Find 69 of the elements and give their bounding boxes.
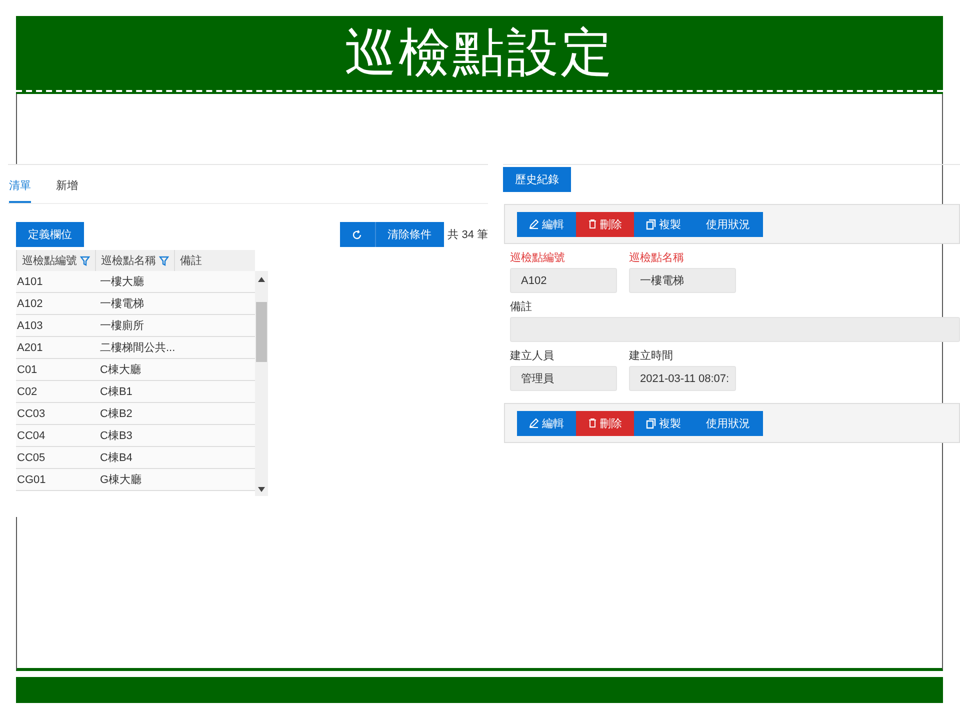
- scroll-up-icon[interactable]: [258, 277, 265, 282]
- field-label: 建立人員: [510, 348, 555, 363]
- tab[interactable]: 清單: [9, 170, 31, 202]
- filter-icon[interactable]: [80, 256, 90, 266]
- table-row[interactable]: CC05 C棟B4: [16, 447, 255, 469]
- table-row[interactable]: A101 一樓大廳: [16, 271, 255, 293]
- table-cell-text: C棟B1: [100, 385, 132, 399]
- table-cell: CC03: [17, 408, 46, 420]
- pencil-icon: [529, 219, 539, 229]
- input-field[interactable]: 2021-03-11 08:07:: [629, 366, 736, 391]
- trash-icon: [588, 418, 597, 428]
- slide-title: 巡檢點設定: [344, 27, 614, 79]
- table-row[interactable]: C01 C棟大廳: [16, 359, 255, 381]
- table-cell: CC04: [17, 430, 46, 442]
- table-row[interactable]: A103 一樓廁所: [16, 315, 255, 337]
- table-cell-text: G棟大廳: [100, 472, 142, 487]
- edit-button[interactable]: 編輯: [517, 212, 576, 236]
- copy-button[interactable]: 複製: [634, 212, 693, 236]
- input-field[interactable]: A102: [510, 268, 617, 293]
- table-row[interactable]: CC03 C棟B2: [16, 403, 255, 425]
- scroll-thumb[interactable]: [256, 302, 267, 362]
- table-cell: A101: [17, 276, 43, 288]
- table-cell: C01: [17, 364, 38, 376]
- filter-icon[interactable]: [159, 256, 169, 266]
- refresh-button[interactable]: [340, 222, 376, 247]
- table-cell: C02: [17, 386, 38, 398]
- usage-button[interactable]: 使用狀況: [693, 410, 763, 436]
- trash-icon: [588, 219, 597, 229]
- delete-button[interactable]: 刪除: [576, 212, 634, 236]
- table-cell-text: C棟大廳: [100, 362, 141, 377]
- table-cell: CG01: [17, 474, 46, 486]
- input-field[interactable]: 管理員: [510, 366, 617, 391]
- define-columns-button[interactable]: 定義欄位: [16, 222, 84, 247]
- tab[interactable]: 新增: [56, 170, 78, 202]
- table-cell-text: 一樓廁所: [100, 318, 144, 333]
- table-cell-text: C棟B2: [100, 407, 132, 421]
- delete-button[interactable]: 刪除: [576, 410, 634, 436]
- clear-filter-button[interactable]: 清除條件: [376, 222, 444, 247]
- usage-button[interactable]: 使用狀況: [693, 212, 763, 236]
- table-row[interactable]: A201 二樓梯間公共...: [16, 337, 255, 359]
- scrollbar[interactable]: [255, 271, 268, 496]
- table-cell: A102: [17, 298, 43, 310]
- input-field[interactable]: [510, 317, 960, 342]
- table-cell-text: 一樓電梯: [100, 297, 144, 311]
- field-label: 巡檢點編號: [510, 251, 566, 265]
- history-button[interactable]: 歷史紀錄: [503, 167, 571, 192]
- scroll-down-icon[interactable]: [258, 487, 265, 492]
- field-label: 建立時間: [629, 348, 674, 363]
- pencil-icon: [529, 418, 539, 428]
- table-cell-text: C棟B4: [100, 451, 132, 465]
- total-count: 共 34 筆: [448, 228, 488, 242]
- copy-icon: [646, 218, 656, 230]
- table-cell: A201: [17, 342, 43, 354]
- table-row[interactable]: CC04 C棟B3: [16, 425, 255, 447]
- field-label: 巡檢點名稱: [629, 251, 685, 265]
- edit-button[interactable]: 編輯: [517, 410, 576, 436]
- table-cell-text: 二樓梯間公共...: [100, 341, 176, 355]
- refresh-icon: [352, 230, 362, 240]
- copy-icon: [646, 418, 656, 428]
- table-cell: CC05: [17, 452, 46, 464]
- field-label: 備註: [510, 300, 533, 314]
- input-field[interactable]: 一樓電梯: [629, 268, 736, 293]
- table-row[interactable]: C02 C棟B1: [16, 381, 255, 403]
- table-row[interactable]: CG01 G棟大廳: [16, 469, 255, 491]
- copy-button[interactable]: 複製: [634, 410, 693, 436]
- table-cell-text: C棟B3: [100, 429, 132, 443]
- table-cell: A103: [17, 320, 43, 332]
- table-row[interactable]: A102 一樓電梯: [16, 293, 255, 315]
- table-cell-text: 一樓大廳: [100, 274, 144, 289]
